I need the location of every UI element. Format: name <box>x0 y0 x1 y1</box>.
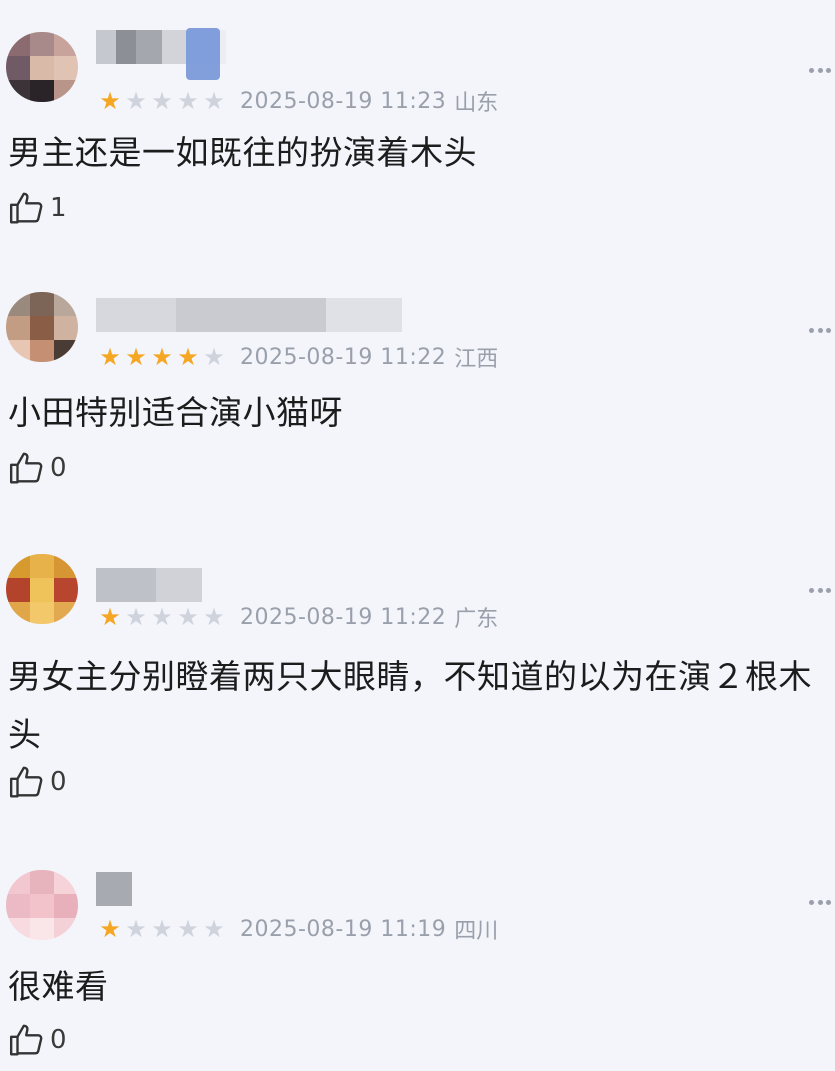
star-icon: ★ <box>203 343 225 371</box>
more-dots-icon <box>809 327 814 333</box>
comment-text: 男女主分别瞪着两只大眼睛，不知道的以为在演２根木头 <box>8 657 812 754</box>
thumbs-up-icon <box>8 1021 46 1059</box>
timestamp: 2025-08-19 11:22 <box>240 344 447 370</box>
like-button[interactable]: 0 <box>8 762 67 802</box>
username-blurred[interactable] <box>96 568 202 602</box>
rating-stars: ★ ★ ★ ★ ★ <box>98 914 228 944</box>
like-button[interactable]: 1 <box>8 188 67 228</box>
star-icon: ★ <box>203 87 225 115</box>
meta-row: ★ ★ ★ ★ ★ 2025-08-19 11:22 江西 <box>98 342 499 373</box>
meta-row: ★ ★ ★ ★ ★ 2025-08-19 11:22 广东 <box>98 602 499 633</box>
region: 广东 <box>454 607 499 632</box>
more-button[interactable] <box>809 324 831 336</box>
timestamp: 2025-08-19 11:23 <box>240 88 447 114</box>
avatar[interactable] <box>6 292 78 362</box>
region: 江西 <box>454 347 499 372</box>
thumbs-up-icon <box>8 763 46 801</box>
star-icon: ★ <box>151 87 173 115</box>
rating-stars: ★ ★ ★ ★ ★ <box>98 602 228 632</box>
thumbs-up-icon <box>8 189 46 227</box>
comment-text: 男主还是一如既往的扮演着木头 <box>8 133 477 172</box>
comment-item: ★ ★ ★ ★ ★ 2025-08-19 11:19 四川 很难看 0 <box>0 850 835 1071</box>
more-dots-icon <box>809 587 814 593</box>
comment-item: ★ ★ ★ ★ ★ 2025-08-19 11:22 广东 男女主分别瞪着两只大眼睛，不… <box>0 530 835 850</box>
avatar[interactable] <box>6 32 78 102</box>
star-icon: ★ <box>125 343 147 371</box>
star-icon: ★ <box>203 915 225 943</box>
username-blurred[interactable] <box>96 872 132 906</box>
comment-text: 小田特别适合演小猫呀 <box>8 393 343 432</box>
star-icon: ★ <box>177 603 199 631</box>
star-icon: ★ <box>177 915 199 943</box>
star-icon: ★ <box>99 915 121 943</box>
star-icon: ★ <box>151 915 173 943</box>
avatar[interactable] <box>6 554 78 624</box>
star-icon: ★ <box>125 915 147 943</box>
username-blurred[interactable] <box>96 298 402 332</box>
avatar[interactable] <box>6 870 78 940</box>
region: 山东 <box>454 91 499 116</box>
like-button[interactable]: 0 <box>8 1020 67 1060</box>
timestamp: 2025-08-19 11:22 <box>240 604 447 630</box>
like-count: 0 <box>50 1025 67 1055</box>
thumbs-up-icon <box>8 449 46 487</box>
star-icon: ★ <box>177 87 199 115</box>
region: 四川 <box>454 919 499 944</box>
comment-item: ★ ★ ★ ★ ★ 2025-08-19 11:22 江西 小田特别适合演小猫呀 0 <box>0 260 835 530</box>
star-icon: ★ <box>99 343 121 371</box>
star-icon: ★ <box>151 603 173 631</box>
rating-stars: ★ ★ ★ ★ ★ <box>98 342 228 372</box>
star-icon: ★ <box>99 87 121 115</box>
timestamp: 2025-08-19 11:19 <box>240 916 447 942</box>
more-button[interactable] <box>809 584 831 596</box>
more-button[interactable] <box>809 896 831 908</box>
star-icon: ★ <box>125 87 147 115</box>
rating-stars: ★ ★ ★ ★ ★ <box>98 86 228 116</box>
star-icon: ★ <box>99 603 121 631</box>
meta-row: ★ ★ ★ ★ ★ 2025-08-19 11:23 山东 <box>98 86 499 117</box>
like-count: 0 <box>50 767 67 797</box>
star-icon: ★ <box>151 343 173 371</box>
comment-text: 很难看 <box>8 967 109 1006</box>
more-button[interactable] <box>809 64 831 76</box>
like-count: 1 <box>50 193 67 223</box>
badge-icon <box>186 28 220 80</box>
like-count: 0 <box>50 453 67 483</box>
comment-item: ★ ★ ★ ★ ★ 2025-08-19 11:23 山东 男主还是一如既往的扮演着木头… <box>0 0 835 260</box>
more-dots-icon <box>809 899 814 905</box>
meta-row: ★ ★ ★ ★ ★ 2025-08-19 11:19 四川 <box>98 914 499 945</box>
star-icon: ★ <box>203 603 225 631</box>
like-button[interactable]: 0 <box>8 448 67 488</box>
star-icon: ★ <box>125 603 147 631</box>
star-icon: ★ <box>177 343 199 371</box>
more-dots-icon <box>809 67 814 73</box>
